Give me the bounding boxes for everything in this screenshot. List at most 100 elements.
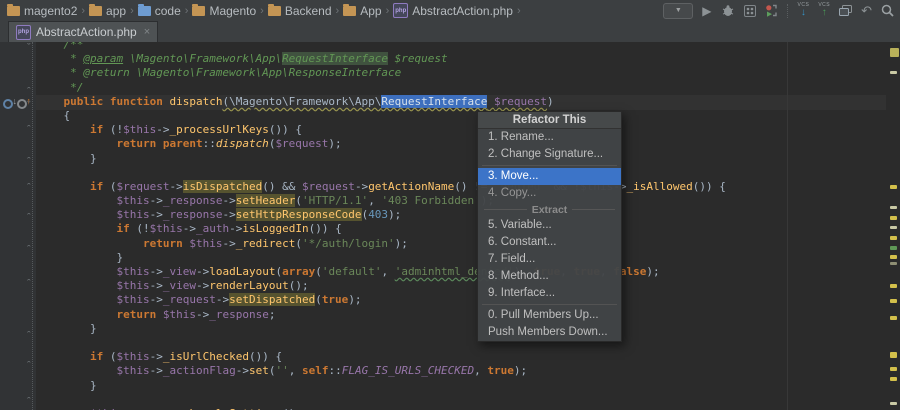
fold-marker[interactable]: ˆ — [27, 332, 31, 340]
stripe-mark[interactable] — [890, 377, 897, 381]
fold-marker[interactable]: ˆ — [27, 398, 31, 406]
code-line: } — [37, 322, 726, 336]
editor[interactable]: ˇˆˇˆˆˆˆˆˆˆˆˆ ↓ ↑ /** * @param \Magento\F… — [0, 42, 900, 410]
refactor-popup: Refactor This 1. Rename...2. Change Sign… — [477, 111, 622, 342]
stripe-mark[interactable] — [890, 316, 897, 320]
popup-separator — [482, 304, 617, 305]
run-config-dropdown[interactable]: ▼ — [663, 3, 693, 19]
profiler-button[interactable] — [765, 3, 778, 19]
breadcrumb-label: App — [360, 4, 381, 18]
fold-marker[interactable]: ˆ — [27, 126, 31, 134]
bug-icon — [721, 5, 735, 17]
stripe-mark[interactable] — [890, 299, 897, 303]
popup-item-5-variable[interactable]: 5. Variable... — [478, 217, 621, 234]
vcs-commit-button[interactable]: VCS ↑ — [818, 3, 830, 19]
breadcrumb-item-app[interactable]: App — [343, 4, 381, 18]
method-is-overridden-icon[interactable]: ↓ — [3, 97, 15, 109]
breadcrumb-item-magento2[interactable]: magento2 — [7, 4, 77, 18]
stripe-mark[interactable] — [890, 284, 897, 288]
stripe-mark[interactable] — [890, 262, 897, 265]
code-line: if ($this->_isUrlChecked()) { — [37, 350, 726, 364]
code-line — [37, 393, 726, 407]
breadcrumb-label: code — [155, 4, 181, 18]
stripe-mark[interactable] — [890, 48, 899, 57]
breadcrumb-item-app[interactable]: app — [89, 4, 126, 18]
code-line: } — [37, 152, 726, 166]
popup-item-push-members-down[interactable]: Push Members Down... — [478, 324, 621, 341]
chevron-right-icon: › — [260, 5, 264, 17]
main-toolbar: ▼ ▶ VCS ↓ VCS ↑ ↶ — [663, 0, 894, 21]
stripe-mark[interactable] — [890, 402, 897, 405]
folder-icon — [89, 6, 102, 16]
breadcrumb-label: app — [106, 4, 126, 18]
coverage-icon — [744, 5, 756, 17]
vcs-update-button[interactable]: VCS ↓ — [798, 3, 810, 19]
stripe-mark[interactable] — [890, 255, 897, 259]
close-icon[interactable]: × — [144, 26, 150, 38]
fold-marker[interactable]: ˆ — [27, 88, 31, 96]
tab-abstractaction-php[interactable]: php AbstractAction.php × — [8, 21, 158, 42]
folder-icon — [192, 6, 205, 16]
vcs-commit-arrow-icon: ↑ — [822, 8, 827, 18]
code-area[interactable]: /** * @param \Magento\Framework\App\Requ… — [37, 42, 726, 410]
popup-item-9-interface[interactable]: 9. Interface... — [478, 285, 621, 302]
popup-item-6-constant[interactable]: 6. Constant... — [478, 234, 621, 251]
stripe-mark[interactable] — [890, 352, 897, 358]
popup-item-1-rename[interactable]: 1. Rename... — [478, 129, 621, 146]
code-line — [37, 336, 726, 350]
run-button[interactable]: ▶ — [702, 3, 711, 19]
fold-marker[interactable]: ˆ — [27, 362, 31, 370]
fold-marker[interactable]: ˆ — [27, 214, 31, 222]
search-icon — [881, 4, 894, 17]
gutter: ˇˆˇˆˆˆˆˆˆˆˆˆ ↓ ↑ — [0, 42, 36, 410]
fold-marker[interactable]: ˆ — [27, 184, 31, 192]
breadcrumb-label: Backend — [285, 4, 332, 18]
fold-marker[interactable]: ˆ — [27, 246, 31, 254]
code-line: /** — [37, 42, 726, 52]
stripe-mark[interactable] — [890, 71, 897, 74]
toolbar-separator — [787, 4, 789, 18]
debug-button[interactable] — [721, 3, 735, 19]
fold-marker[interactable]: ˇ — [27, 44, 31, 52]
undo-icon: ↶ — [861, 3, 872, 19]
chevron-right-icon: › — [386, 5, 390, 17]
php-file-icon: php — [393, 3, 408, 18]
code-line: } — [37, 379, 726, 393]
stripe-mark[interactable] — [890, 226, 897, 229]
stripe-mark[interactable] — [890, 216, 897, 220]
fold-marker[interactable]: ˆ — [27, 158, 31, 166]
stripe-mark[interactable] — [890, 367, 897, 371]
code-line: * @return \Magento\Framework\App\Respons… — [37, 66, 726, 80]
folder-icon — [343, 6, 356, 16]
breadcrumb-item-backend[interactable]: Backend — [268, 4, 332, 18]
recent-windows-button[interactable] — [839, 3, 852, 19]
tab-bar: php AbstractAction.php × — [0, 21, 900, 43]
code-line: $this->_response->setHeader('HTTP/1.1', … — [37, 194, 726, 208]
popup-item-8-method[interactable]: 8. Method... — [478, 268, 621, 285]
popup-item-7-field[interactable]: 7. Field... — [478, 251, 621, 268]
popup-item-3-move[interactable]: 3. Move... — [478, 168, 621, 185]
stripe-mark[interactable] — [890, 246, 897, 250]
popup-item-4-copy[interactable]: 4. Copy... — [478, 185, 621, 202]
breadcrumb-item-code[interactable]: code — [138, 4, 181, 18]
error-stripe[interactable] — [888, 42, 900, 410]
breadcrumb-item-magento[interactable]: Magento — [192, 4, 256, 18]
undo-button[interactable]: ↶ — [861, 3, 872, 19]
search-everywhere-button[interactable] — [881, 3, 894, 19]
overriding-method-icon[interactable]: ↑ — [17, 97, 29, 109]
chevron-right-icon: › — [81, 5, 85, 17]
code-line: * @param \Magento\Framework\App\RequestI… — [37, 52, 726, 66]
breadcrumb-label: magento2 — [24, 4, 77, 18]
code-line: return parent::dispatch($request); — [37, 137, 726, 151]
popup-item-2-change-signature[interactable]: 2. Change Signature... — [478, 146, 621, 163]
coverage-button[interactable] — [744, 3, 756, 19]
code-line: { — [37, 109, 726, 123]
stripe-mark[interactable] — [890, 185, 897, 189]
breadcrumb-item-abstractaction-php[interactable]: phpAbstractAction.php — [393, 3, 513, 18]
stripe-mark[interactable] — [890, 236, 897, 240]
fold-marker[interactable]: ˆ — [27, 280, 31, 288]
ide-window: magento2›app›code›Magento›Backend›App›ph… — [0, 0, 900, 410]
popup-item-0-pull-members-up[interactable]: 0. Pull Members Up... — [478, 307, 621, 324]
stripe-mark[interactable] — [890, 206, 897, 209]
code-line: $this->_response->setHttpResponseCode(40… — [37, 208, 726, 222]
